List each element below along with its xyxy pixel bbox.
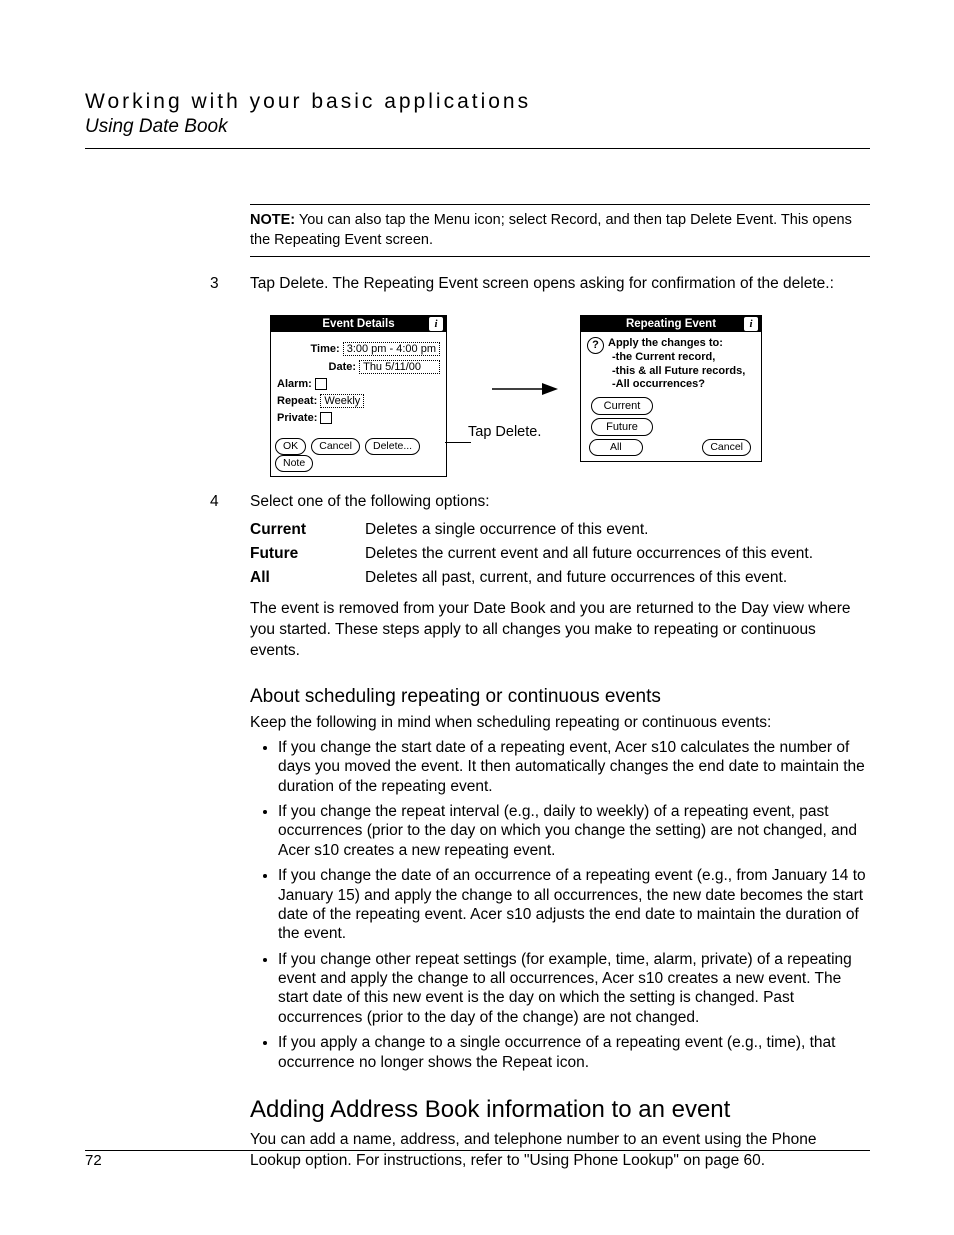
step-text: Tap Delete. The Repeating Event screen o… [250, 275, 870, 293]
dialog-title: Repeating Event [626, 318, 716, 330]
arrow-icon [490, 379, 560, 399]
page-number: 72 [85, 1152, 102, 1169]
time-label: Time: [311, 343, 340, 355]
step-text: Select one of the following options: [250, 493, 870, 511]
cancel-button[interactable]: Cancel [311, 438, 360, 455]
note-block: NOTE: You can also tap the Menu icon; se… [250, 204, 870, 257]
list-item: If you change the date of an occurrence … [278, 866, 870, 944]
date-field[interactable]: Thu 5/11/00 [359, 360, 440, 374]
question-icon: ? [587, 337, 604, 354]
paragraph: The event is removed from your Date Book… [250, 599, 870, 662]
list-item: If you apply a change to a single occurr… [278, 1033, 870, 1072]
repeating-event-dialog: Repeating Event i ? Apply the changes to… [580, 315, 762, 462]
callout-line [445, 442, 471, 443]
option-val: Deletes a single occurrence of this even… [365, 521, 870, 539]
note-label: NOTE: [250, 212, 295, 228]
footer-rule [85, 1150, 870, 1151]
all-button[interactable]: All [589, 439, 643, 456]
callout-label: Tap Delete. [468, 424, 541, 440]
section-heading: Adding Address Book information to an ev… [250, 1096, 870, 1124]
list-item: If you change the repeat interval (e.g.,… [278, 802, 870, 860]
prompt-line: -All occurrences? [608, 378, 745, 392]
time-field[interactable]: 3:00 pm - 4:00 pm [343, 342, 440, 356]
future-button[interactable]: Future [591, 418, 653, 436]
repeat-field[interactable]: Weekly [320, 394, 364, 408]
subheading: About scheduling repeating or continuous… [250, 686, 870, 708]
alarm-label: Alarm: [277, 378, 312, 390]
figure: Event Details i Time: 3:00 pm - 4:00 pm … [250, 315, 870, 475]
option-key: Future [250, 545, 365, 563]
option-key: All [250, 569, 365, 587]
current-button[interactable]: Current [591, 397, 653, 415]
date-label: Date: [329, 361, 357, 373]
delete-button[interactable]: Delete... [365, 438, 420, 455]
option-key: Current [250, 521, 365, 539]
repeat-label: Repeat: [277, 395, 317, 407]
step-number: 4 [210, 493, 250, 511]
header-title: Working with your basic applications [85, 90, 870, 114]
ok-button[interactable]: OK [275, 438, 306, 455]
paragraph: Keep the following in mind when scheduli… [250, 714, 870, 732]
private-checkbox[interactable] [320, 412, 332, 424]
note-button[interactable]: Note [275, 455, 313, 472]
info-icon[interactable]: i [744, 317, 758, 331]
event-details-dialog: Event Details i Time: 3:00 pm - 4:00 pm … [270, 315, 447, 477]
list-item: If you change other repeat settings (for… [278, 950, 870, 1028]
step-number: 3 [210, 275, 250, 293]
option-val: Deletes all past, current, and future oc… [365, 569, 870, 587]
header-subtitle: Using Date Book [85, 116, 870, 138]
prompt-line: -this & all Future records, [608, 365, 745, 379]
info-icon[interactable]: i [429, 317, 443, 331]
private-label: Private: [277, 412, 317, 424]
note-text: You can also tap the Menu icon; select R… [250, 212, 852, 248]
alarm-checkbox[interactable] [315, 378, 327, 390]
dialog-title: Event Details [322, 318, 394, 330]
list-item: If you change the start date of a repeat… [278, 738, 870, 796]
option-val: Deletes the current event and all future… [365, 545, 870, 563]
tips-list: If you change the start date of a repeat… [250, 738, 870, 1072]
prompt-line: Apply the changes to: [608, 337, 745, 351]
prompt-line: -the Current record, [608, 351, 745, 365]
cancel-button[interactable]: Cancel [702, 439, 751, 456]
